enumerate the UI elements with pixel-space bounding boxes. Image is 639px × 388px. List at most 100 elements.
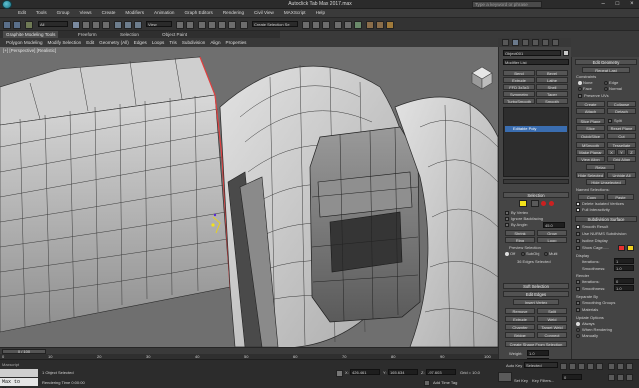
utilities-tab-icon[interactable] xyxy=(552,39,559,46)
by-vertex-checkbox[interactable] xyxy=(505,211,509,215)
menu-group[interactable]: Group xyxy=(57,9,70,17)
set-key-icon[interactable] xyxy=(498,372,512,382)
x-coordinate-field[interactable]: 426.461 xyxy=(350,369,380,375)
polygon-subobject-icon[interactable] xyxy=(541,201,546,206)
create-shape-button[interactable]: Create Shape From Selection xyxy=(505,341,567,347)
delete-isolated-checkbox[interactable] xyxy=(576,202,580,206)
menu-create[interactable]: Create xyxy=(102,9,116,17)
current-frame-field[interactable]: 0 xyxy=(562,374,582,380)
menu-civil-view[interactable]: Civil View xyxy=(254,9,274,17)
create-button[interactable]: Create xyxy=(576,101,605,107)
panel-edges[interactable]: Edges xyxy=(134,38,147,47)
reference-coordinate-dropdown[interactable]: View xyxy=(146,21,172,27)
copy-button[interactable]: Copy xyxy=(578,194,605,200)
grow-button[interactable]: Grow xyxy=(537,230,567,236)
panel-geometry-all[interactable]: Geometry (All) xyxy=(99,38,129,47)
edit-edges-rollout-header[interactable]: Edit Edges xyxy=(503,291,569,297)
hide-unselected-button[interactable]: Hide Unselected xyxy=(586,179,626,185)
update-when-rendering-radio[interactable] xyxy=(576,328,580,332)
paste-button[interactable]: Paste xyxy=(607,194,634,200)
tessellate-button[interactable]: Tessellate xyxy=(607,142,636,148)
modify-tab-icon[interactable] xyxy=(512,39,519,46)
redo-icon[interactable] xyxy=(13,21,21,29)
menu-rendering[interactable]: Rendering xyxy=(223,9,244,17)
select-by-name-icon[interactable] xyxy=(82,21,90,29)
loop-button[interactable]: Loop xyxy=(537,237,567,243)
extrude-modifier-button[interactable]: Extrude xyxy=(503,77,535,83)
pan-icon[interactable] xyxy=(617,363,624,370)
shell-button[interactable]: Shell xyxy=(536,84,568,90)
rendered-frame-icon[interactable] xyxy=(376,21,384,29)
menu-maxscript[interactable]: MAXScript xyxy=(284,9,306,17)
remove-button[interactable]: Remove xyxy=(505,308,535,314)
preview-off-radio[interactable] xyxy=(505,252,509,256)
auto-key-button[interactable]: Auto Key xyxy=(506,363,522,368)
planar-z-button[interactable]: Z xyxy=(627,149,636,155)
smooth-result-checkbox[interactable] xyxy=(576,225,580,229)
slice-button[interactable]: Slice xyxy=(576,125,605,131)
object-color-swatch[interactable] xyxy=(563,50,569,56)
smooth-button[interactable]: Smooth xyxy=(536,98,568,104)
undo-icon[interactable] xyxy=(3,21,11,29)
hide-selected-button[interactable]: Hide Selected xyxy=(576,172,605,178)
shrink-button[interactable]: Shrink xyxy=(505,230,535,236)
maximize-viewport-icon[interactable] xyxy=(626,374,633,381)
angle-spinner[interactable]: 45.0 xyxy=(543,222,565,228)
preserve-uvs-checkbox[interactable] xyxy=(578,94,582,98)
taper-button[interactable]: Taper xyxy=(536,91,568,97)
panel-loops[interactable]: Loops xyxy=(152,38,165,47)
render-iterations-checkbox[interactable] xyxy=(576,280,580,284)
constraint-none-radio[interactable] xyxy=(578,81,582,85)
set-key-button[interactable]: Set Key xyxy=(514,378,528,383)
next-frame-icon[interactable] xyxy=(587,363,594,370)
field-of-view-icon[interactable] xyxy=(608,374,615,381)
panel-subdivision[interactable]: Subdivision xyxy=(182,38,206,47)
symmetry-button[interactable]: Symmetry xyxy=(503,91,535,97)
window-crossing-icon[interactable] xyxy=(102,21,110,29)
scale-icon[interactable] xyxy=(134,21,142,29)
hierarchy-tab-icon[interactable] xyxy=(522,39,529,46)
border-subobject-icon[interactable] xyxy=(531,200,539,207)
ffd-button[interactable]: FFD 3x3x3 xyxy=(503,84,535,90)
manipulate-icon[interactable] xyxy=(186,21,194,29)
turbosmooth-button[interactable]: TurboSmooth xyxy=(503,98,535,104)
detach-button[interactable]: Detach xyxy=(607,108,636,114)
subdivision-surface-header[interactable]: Subdivision Surface xyxy=(575,216,637,222)
percent-snap-icon[interactable] xyxy=(218,21,226,29)
grid-align-button[interactable]: Grid Align xyxy=(607,156,636,162)
panel-edit[interactable]: Edit xyxy=(86,38,94,47)
repeat-last-button[interactable]: Repeat Last xyxy=(582,67,630,73)
quickslice-button[interactable]: QuickSlice xyxy=(576,133,605,139)
previous-frame-icon[interactable] xyxy=(569,363,576,370)
zoom-extents-icon[interactable] xyxy=(617,374,624,381)
extrude-edge-button[interactable]: Extrude xyxy=(505,316,535,322)
menu-views[interactable]: Views xyxy=(79,9,91,17)
materials-checkbox[interactable] xyxy=(576,308,580,312)
menu-tools[interactable]: Tools xyxy=(36,9,47,17)
spinner-snap-icon[interactable] xyxy=(228,21,236,29)
edge-subobject-icon[interactable] xyxy=(519,200,527,207)
view-align-button[interactable]: View Align xyxy=(576,156,605,162)
render-setup-icon[interactable] xyxy=(366,21,374,29)
panel-polygon-modeling[interactable]: Polygon Modeling xyxy=(6,38,43,47)
tab-selection[interactable]: Selection xyxy=(120,31,139,38)
bridge-button[interactable]: Bridge xyxy=(505,332,535,338)
target-weld-button[interactable]: Target Weld xyxy=(537,324,567,330)
object-name-field[interactable]: Object001 xyxy=(503,50,561,56)
go-to-end-icon[interactable] xyxy=(596,363,603,370)
maxscript-listener-output[interactable] xyxy=(0,369,38,377)
add-time-tag[interactable]: Add Time Tag xyxy=(433,380,457,385)
app-logo-icon[interactable] xyxy=(2,0,12,9)
preview-multi-radio[interactable] xyxy=(544,252,548,256)
menu-modifiers[interactable]: Modifiers xyxy=(125,9,144,17)
menu-help[interactable]: Help xyxy=(316,9,325,17)
y-coordinate-field[interactable]: 165.634 xyxy=(388,369,418,375)
lock-selection-icon[interactable] xyxy=(336,370,343,377)
insert-vertex-button[interactable]: Insert Vertex xyxy=(513,299,559,305)
time-tag-icon[interactable] xyxy=(424,380,430,386)
isoline-display-checkbox[interactable] xyxy=(576,239,580,243)
schematic-view-icon[interactable] xyxy=(344,21,352,29)
ring-button[interactable]: Ring xyxy=(505,237,535,243)
element-subobject-icon[interactable] xyxy=(549,201,554,206)
material-editor-icon[interactable] xyxy=(354,21,362,29)
